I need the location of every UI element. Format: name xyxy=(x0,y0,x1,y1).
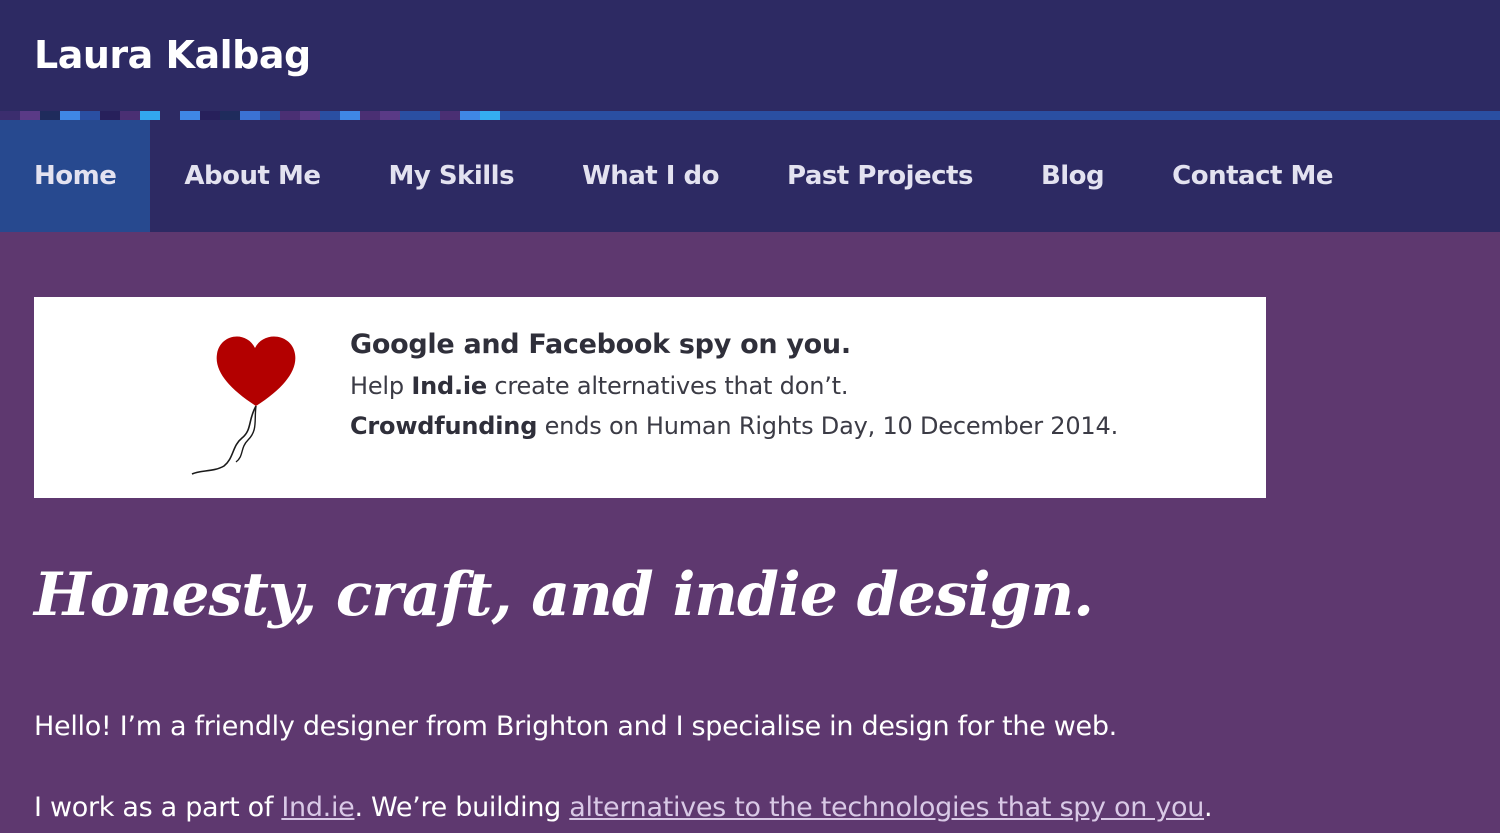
stripe-block xyxy=(240,111,260,120)
stripe-block xyxy=(140,111,160,120)
nav-item-blog[interactable]: Blog xyxy=(1007,120,1138,232)
stripe-block xyxy=(200,111,220,120)
site-header: Laura Kalbag xyxy=(0,0,1500,112)
stripe-block xyxy=(0,111,20,120)
stripe-block xyxy=(440,111,460,120)
banner-crowdfunding-date: ends on Human Rights Day, 10 December 20… xyxy=(537,412,1119,440)
stripe-block xyxy=(80,111,100,120)
stripe-block xyxy=(280,111,300,120)
site-title[interactable]: Laura Kalbag xyxy=(34,28,311,82)
nav-item-about-me[interactable]: About Me xyxy=(150,120,354,232)
banner-text: Google and Facebook spy on you. Help Ind… xyxy=(350,329,1118,452)
stripe-block xyxy=(300,111,320,120)
banner-crowdfunding-label: Crowdfunding xyxy=(350,412,538,440)
alternatives-link[interactable]: alternatives to the technologies that sp… xyxy=(569,792,1204,823)
stripe-block xyxy=(20,111,40,120)
nav-item-contact-me[interactable]: Contact Me xyxy=(1138,120,1367,232)
stripe-block xyxy=(320,111,340,120)
banner-indie-name: Ind.ie xyxy=(411,372,487,400)
stripe-block xyxy=(180,111,200,120)
heart-balloon-icon xyxy=(191,336,296,475)
nav-item-my-skills[interactable]: My Skills xyxy=(354,120,548,232)
work-prefix: I work as a part of xyxy=(34,792,282,823)
work-paragraph: I work as a part of Ind.ie. We’re buildi… xyxy=(34,792,1213,823)
nav-item-past-projects[interactable]: Past Projects xyxy=(753,120,1007,232)
banner-headline: Google and Facebook spy on you. xyxy=(350,329,851,360)
indie-link[interactable]: Ind.ie xyxy=(281,792,354,823)
work-suffix: . xyxy=(1204,792,1213,823)
stripe-block xyxy=(480,111,500,120)
nav-item-what-i-do[interactable]: What I do xyxy=(548,120,753,232)
stripe-block xyxy=(380,111,400,120)
stripe-block xyxy=(120,111,140,120)
stripe-block xyxy=(360,111,380,120)
nav-item-home[interactable]: Home xyxy=(0,120,151,232)
banner-help-prefix: Help xyxy=(350,372,412,400)
stripe-block xyxy=(160,111,180,120)
work-middle: . We’re building xyxy=(354,792,570,823)
stripe-block xyxy=(340,111,360,120)
stripe-block xyxy=(40,111,60,120)
banner-line-crowdfunding: Crowdfunding ends on Human Rights Day, 1… xyxy=(350,412,1118,440)
stripe-block xyxy=(460,111,480,120)
stripe-block xyxy=(420,111,440,120)
banner-line-help: Help Ind.ie create alternatives that don… xyxy=(350,372,1118,400)
intro-paragraph: Hello! I’m a friendly designer from Brig… xyxy=(34,711,1117,742)
decorative-stripe xyxy=(0,111,1500,120)
stripe-block xyxy=(400,111,420,120)
stripe-block xyxy=(100,111,120,120)
main-nav: Home About Me My Skills What I do Past P… xyxy=(0,120,1500,232)
banner-help-suffix: create alternatives that don’t. xyxy=(486,372,849,400)
tagline: Honesty, craft, and indie design. xyxy=(34,560,1094,630)
stripe-block xyxy=(220,111,240,120)
stripe-block xyxy=(260,111,280,120)
stripe-block xyxy=(60,111,80,120)
